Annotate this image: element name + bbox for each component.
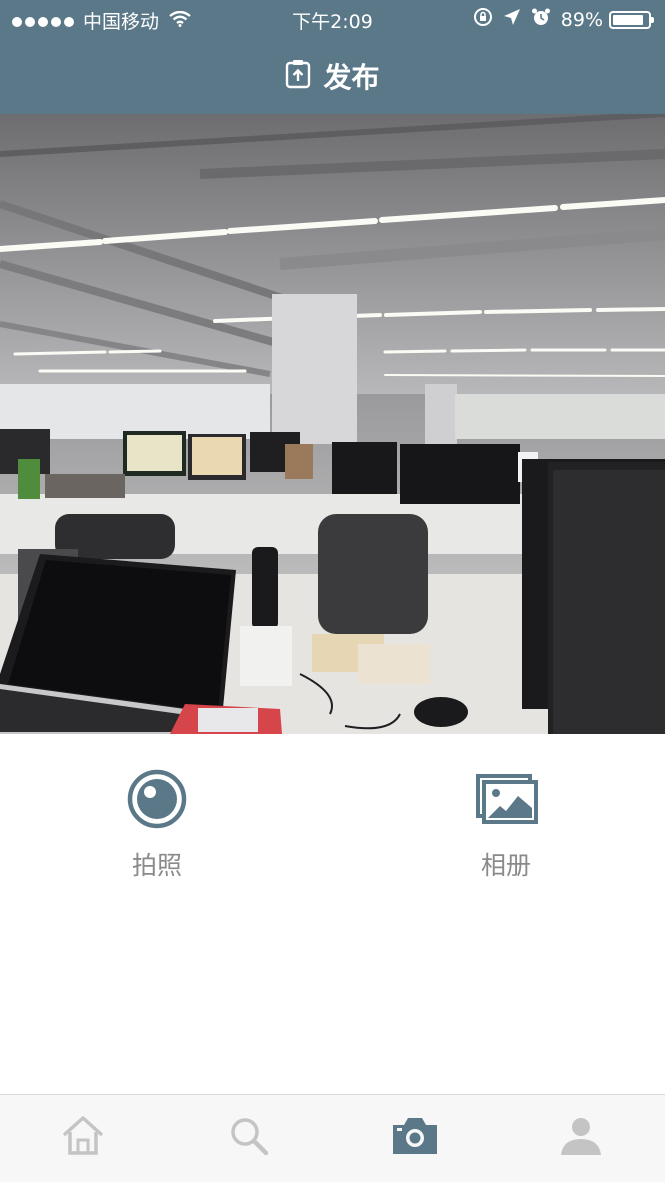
upload-doc-icon	[285, 59, 311, 93]
tab-profile[interactable]	[556, 1115, 606, 1161]
battery-percent: 89%	[560, 8, 603, 31]
profile-icon	[558, 1115, 604, 1161]
search-icon	[226, 1115, 272, 1161]
tab-home[interactable]	[58, 1115, 108, 1161]
take-photo-label: 拍照	[131, 851, 182, 880]
alarm-clock-icon	[531, 7, 551, 32]
battery-level-fill	[613, 14, 643, 25]
album-button[interactable]: 相册	[436, 768, 576, 882]
office-photo-image	[0, 114, 665, 734]
tab-search[interactable]	[224, 1115, 274, 1161]
home-icon	[60, 1115, 106, 1161]
tab-bar	[0, 1094, 665, 1182]
camera-icon	[390, 1115, 440, 1161]
battery-icon	[609, 10, 654, 29]
location-arrow-icon	[503, 8, 521, 31]
tab-camera[interactable]	[390, 1115, 440, 1161]
gallery-icon	[436, 768, 576, 834]
album-label: 相册	[480, 851, 531, 880]
take-photo-button[interactable]: 拍照	[87, 768, 227, 882]
camera-lens-icon	[87, 768, 227, 834]
nav-bar: 发布	[0, 38, 665, 114]
status-bar: 中国移动 下午2:09 89%	[0, 0, 665, 38]
page-title: 发布	[323, 61, 380, 94]
photo-preview[interactable]	[0, 114, 665, 734]
rotation-lock-icon	[473, 7, 493, 32]
